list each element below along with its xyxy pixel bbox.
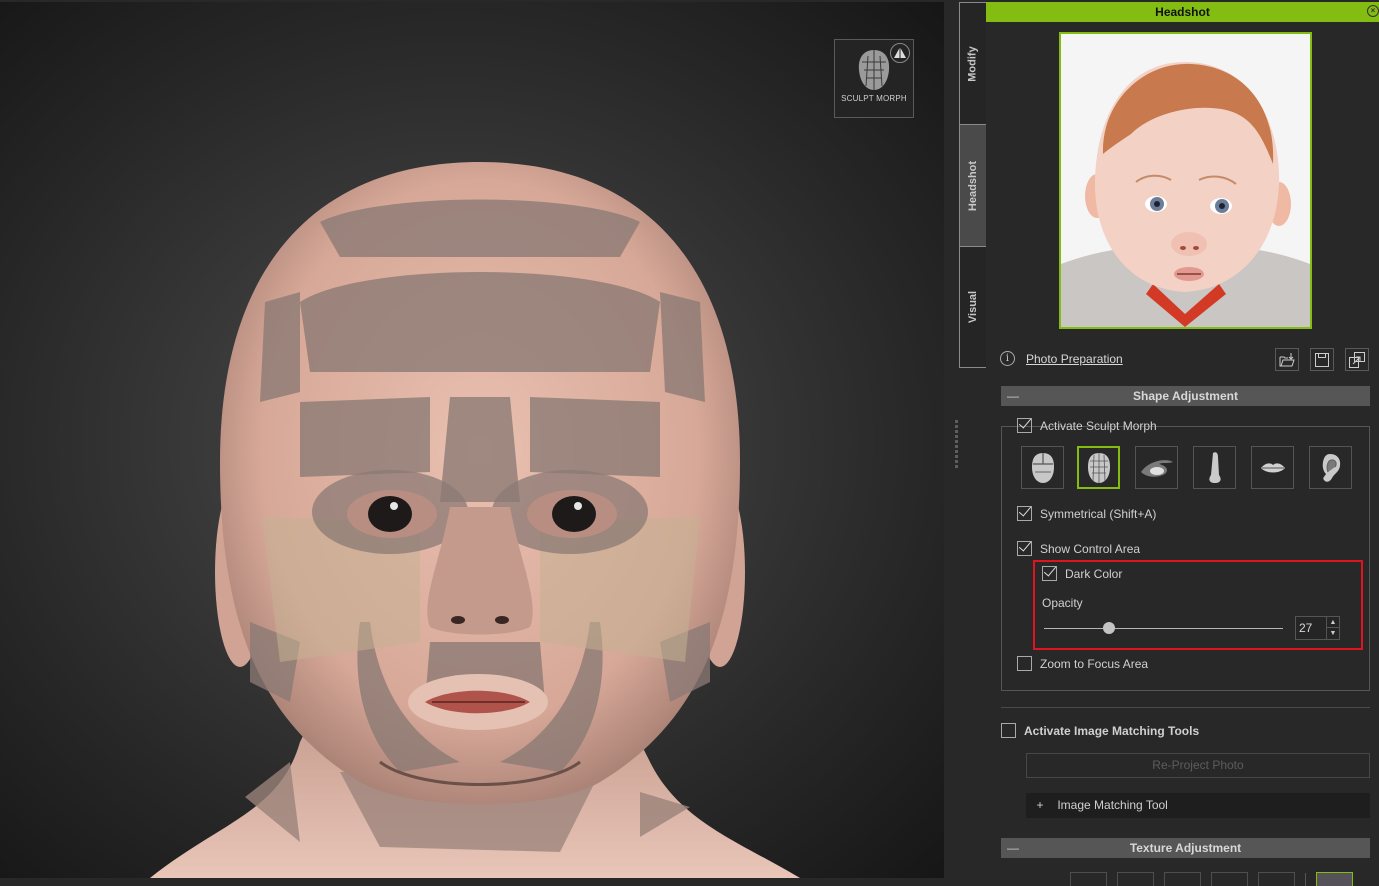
- texture-tool-button[interactable]: [1258, 872, 1295, 886]
- spin-up-button[interactable]: ▲: [1326, 617, 1339, 628]
- section-divider: [1001, 707, 1370, 708]
- eye-icon: [1140, 459, 1173, 477]
- checkbox-icon[interactable]: [1017, 541, 1032, 556]
- zoom-to-focus-area-label: Zoom to Focus Area: [1040, 656, 1149, 671]
- texture-tool-button-active[interactable]: [1316, 872, 1353, 886]
- texture-toolbar-separator: [1305, 873, 1306, 886]
- sculpt-morph-label: SCULPT MORPH: [841, 94, 907, 103]
- opacity-spinbox[interactable]: ▲ ▼: [1295, 616, 1340, 640]
- symmetry-toggle[interactable]: [890, 43, 910, 63]
- texture-adjustment-title: Texture Adjustment: [1129, 841, 1242, 855]
- face-icon: [1087, 452, 1110, 483]
- feature-nose-button[interactable]: [1193, 446, 1236, 489]
- load-photo-button[interactable]: [1275, 348, 1299, 371]
- head-icon: [1031, 452, 1054, 483]
- 3d-viewport[interactable]: SCULPT MORPH: [0, 2, 944, 878]
- tab-headshot-label: Headshot: [967, 160, 979, 211]
- opacity-value-input[interactable]: [1296, 617, 1328, 639]
- feature-eye-button[interactable]: [1135, 446, 1178, 489]
- show-control-area-checkbox[interactable]: Show Control Area: [1017, 541, 1140, 556]
- photo-preparation-row: i Photo Preparation: [1000, 348, 1370, 372]
- tab-visual[interactable]: Visual: [960, 246, 986, 367]
- checkbox-icon[interactable]: [1017, 418, 1032, 433]
- activate-image-matching-label: Activate Image Matching Tools: [1024, 723, 1200, 738]
- texture-tool-button[interactable]: [1211, 872, 1248, 886]
- shape-adjustment-title: Shape Adjustment: [1133, 389, 1238, 403]
- collapse-icon: —: [1007, 841, 1019, 855]
- zoom-to-focus-area-checkbox[interactable]: Zoom to Focus Area: [1017, 656, 1148, 671]
- nose-icon: [1208, 451, 1221, 483]
- opacity-slider-thumb[interactable]: [1102, 622, 1115, 634]
- texture-tool-button[interactable]: [1164, 872, 1201, 886]
- panel-header: Headshot ×: [986, 2, 1379, 22]
- checkbox-icon[interactable]: [1017, 506, 1032, 521]
- opacity-label: Opacity: [1042, 596, 1083, 610]
- feature-ear-button[interactable]: [1309, 446, 1352, 489]
- tab-headshot[interactable]: Headshot: [960, 124, 986, 246]
- dark-color-checkbox[interactable]: Dark Color: [1042, 566, 1122, 581]
- spin-down-button[interactable]: ▼: [1326, 628, 1339, 639]
- texture-tool-button[interactable]: [1117, 872, 1154, 886]
- texture-tool-button[interactable]: [1070, 872, 1107, 886]
- feature-mouth-button[interactable]: [1251, 446, 1294, 489]
- info-icon[interactable]: i: [1000, 351, 1015, 366]
- activate-sculpt-morph-checkbox[interactable]: Activate Sculpt Morph: [1017, 418, 1157, 433]
- lips-icon: [1260, 462, 1285, 472]
- tab-visual-label: Visual: [967, 290, 979, 324]
- tab-modify-label: Modify: [967, 45, 980, 82]
- panel-splitter-handle[interactable]: [955, 420, 959, 476]
- expand-icon: +: [1036, 798, 1044, 812]
- close-panel-button[interactable]: ×: [1367, 5, 1379, 17]
- sculpt-morph-button[interactable]: SCULPT MORPH: [834, 39, 914, 118]
- texture-adjustment-header[interactable]: — Texture Adjustment: [1001, 838, 1370, 858]
- opacity-slider-track[interactable]: [1044, 628, 1283, 629]
- dark-color-label: Dark Color: [1065, 566, 1123, 581]
- app-root: SCULPT MORPH Modify Headshot Visual Head…: [0, 0, 1379, 886]
- symmetrical-label: Symmetrical (Shift+A): [1040, 506, 1157, 521]
- image-matching-tool-label: Image Matching Tool: [1057, 798, 1168, 812]
- reproject-photo-button[interactable]: Re-Project Photo: [1026, 753, 1370, 778]
- mirror-icon: [894, 48, 906, 58]
- feature-face-button[interactable]: [1077, 446, 1120, 489]
- save-button[interactable]: [1310, 348, 1334, 371]
- image-matching-tool-expander[interactable]: + Image Matching Tool: [1026, 793, 1370, 818]
- feature-head-button[interactable]: [1021, 446, 1064, 489]
- export-icon: [1349, 351, 1365, 368]
- export-button[interactable]: [1345, 348, 1369, 371]
- shape-adjustment-header[interactable]: — Shape Adjustment: [1001, 386, 1370, 406]
- baby-head-model[interactable]: [0, 2, 944, 878]
- sculpt-face-icon: [858, 50, 890, 90]
- activate-sculpt-morph-label: Activate Sculpt Morph: [1040, 418, 1157, 433]
- baby-photo-image: [1061, 34, 1310, 327]
- tab-modify[interactable]: Modify: [960, 2, 986, 124]
- tab-bar-bottom-border: [960, 367, 986, 368]
- checkbox-icon[interactable]: [1017, 656, 1032, 671]
- activate-image-matching-checkbox[interactable]: Activate Image Matching Tools: [1001, 723, 1199, 738]
- save-icon: [1315, 352, 1329, 367]
- collapse-icon: —: [1007, 389, 1019, 403]
- ear-icon: [1322, 453, 1340, 482]
- show-control-area-label: Show Control Area: [1040, 541, 1141, 556]
- side-tab-bar: Modify Headshot Visual: [959, 2, 986, 368]
- folder-import-icon: [1279, 352, 1295, 366]
- checkbox-icon[interactable]: [1042, 566, 1057, 581]
- symmetrical-checkbox[interactable]: Symmetrical (Shift+A): [1017, 506, 1156, 521]
- panel-title: Headshot: [1155, 5, 1210, 19]
- checkbox-icon[interactable]: [1001, 723, 1016, 738]
- headshot-photo[interactable]: [1059, 32, 1312, 329]
- photo-preparation-link[interactable]: Photo Preparation: [1026, 352, 1123, 366]
